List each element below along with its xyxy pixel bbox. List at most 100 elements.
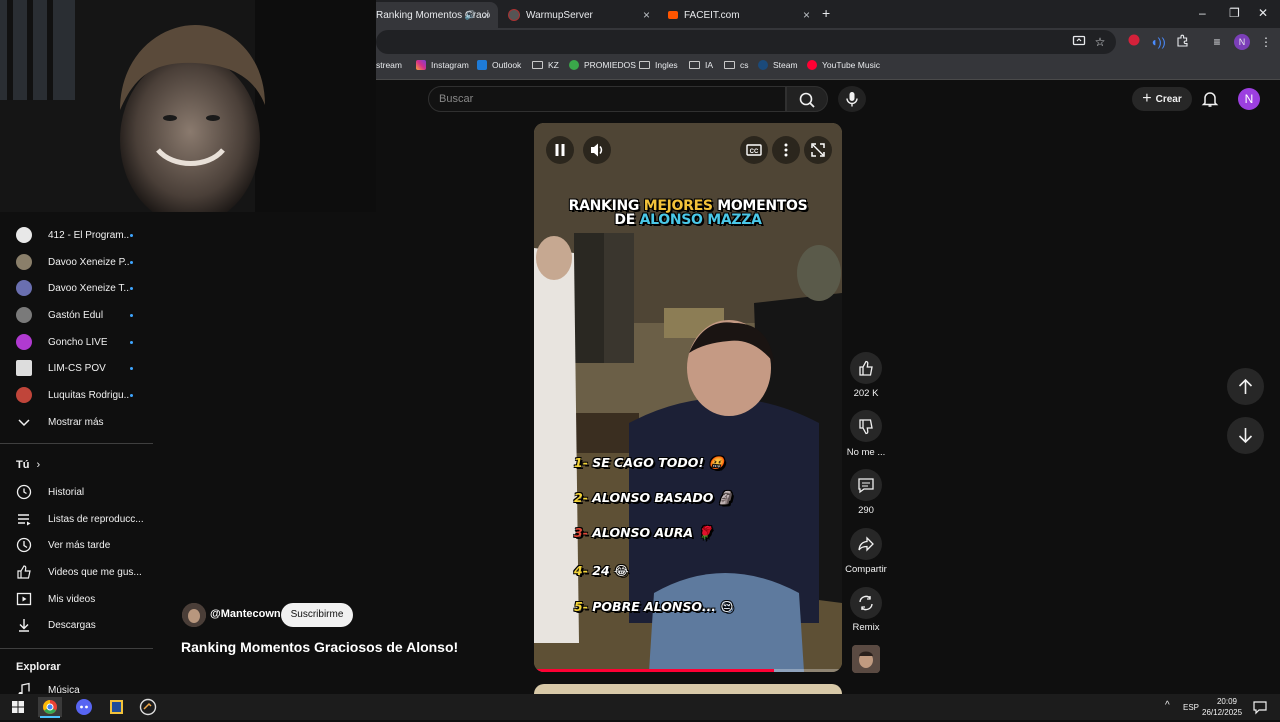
extension-audio-icon[interactable]: ◖)) — [1150, 34, 1166, 50]
sidebar-subscription-412[interactable]: 412 - El Program... — [16, 225, 151, 245]
clock-date[interactable]: 26/12/2025 — [1202, 708, 1242, 717]
bookmark-label: PROMIEDOS — [584, 60, 636, 70]
bookmark-cs[interactable]: cs — [724, 60, 749, 70]
voice-search-button[interactable] — [838, 86, 866, 112]
rank-text: SE CAGO TODO! — [592, 455, 705, 470]
close-window-button[interactable]: ✕ — [1258, 6, 1268, 20]
maximize-button[interactable]: ❐ — [1229, 6, 1240, 20]
cast-icon[interactable] — [1071, 34, 1087, 50]
sidebar-subscription-luquitas[interactable]: Luquitas Rodrigu... — [16, 385, 151, 405]
sidebar-subscription-lim-cs-pov[interactable]: LIM-CS POV — [16, 358, 151, 378]
bookmark-label: YouTube Music — [822, 60, 880, 70]
media-controls-icon[interactable]: ≡ — [1209, 34, 1225, 50]
faceit-icon — [668, 11, 678, 19]
bookmark-ingles[interactable]: Ingles — [639, 60, 678, 70]
sidebar-show-more[interactable]: Mostrar más — [16, 412, 151, 432]
taskbar-cs[interactable] — [138, 697, 158, 717]
sidebar-item-my-videos[interactable]: Mis videos — [16, 589, 151, 609]
sidebar-subscription-davoo-t[interactable]: Davoo Xeneize T... — [16, 278, 151, 298]
share-button[interactable] — [850, 528, 882, 560]
channel-name: Gastón Edul — [48, 309, 104, 321]
new-tab-button[interactable]: + — [822, 5, 830, 21]
channel-avatar[interactable] — [182, 603, 206, 627]
windows-taskbar — [0, 694, 1280, 720]
sidebar-item-playlists[interactable]: Listas de reproducc... — [16, 509, 151, 529]
previous-video-button[interactable] — [1227, 368, 1264, 405]
sidebar-item-watch-later[interactable]: Ver más tarde — [16, 535, 151, 555]
clock-time[interactable]: 20:09 — [1212, 697, 1242, 706]
sidebar-item-downloads[interactable]: Descargas — [16, 615, 151, 635]
browser-menu-icon[interactable]: ⋮ — [1258, 34, 1274, 50]
fullscreen-button[interactable] — [804, 136, 832, 164]
notification-center-icon[interactable] — [1250, 697, 1270, 717]
comment-count: 290 — [858, 505, 874, 516]
channel-avatar-icon — [182, 603, 206, 627]
tray-chevron-up-icon[interactable]: ^ — [1165, 700, 1170, 711]
video-player[interactable]: CC RANKING MEJORES MOMENTOS DE ALONSO MA… — [534, 123, 842, 672]
extension-red-icon[interactable] — [1126, 34, 1142, 50]
sidebar-item-historial[interactable]: Historial — [16, 482, 151, 502]
next-video-button[interactable] — [1227, 417, 1264, 454]
volume-button[interactable] — [583, 136, 611, 164]
channel-name: Luquitas Rodrigu... — [48, 389, 130, 401]
taskbar-discord[interactable] — [74, 697, 94, 717]
sidebar-subscription-davoo-p[interactable]: Davoo Xeneize P... — [16, 252, 151, 272]
tab-faceit[interactable]: FACEIT.com × — [660, 2, 818, 28]
thumbs-down-icon — [859, 419, 873, 435]
bookmark-steam[interactable]: Steam — [758, 60, 798, 70]
tab-warmupserver[interactable]: WarmupServer × — [500, 2, 658, 28]
next-video-preview[interactable] — [534, 684, 842, 694]
bookmark-instagram[interactable]: Instagram — [416, 60, 469, 70]
speaker-icon: 🔊 — [464, 9, 476, 20]
channel-avatar — [16, 307, 32, 323]
bookmark-label: Ingles — [655, 60, 678, 70]
language-indicator[interactable]: ESP — [1183, 703, 1199, 712]
search-input[interactable]: Buscar — [428, 86, 786, 112]
pause-button[interactable] — [546, 136, 574, 164]
channel-name: Goncho LIVE — [48, 336, 108, 348]
bookmark-star-icon[interactable]: ☆ — [1092, 34, 1108, 50]
sidebar-subscription-goncho-live[interactable]: Goncho LIVE — [16, 332, 151, 352]
video-progress-bar[interactable] — [534, 669, 842, 672]
bookmark-youtube-music[interactable]: YouTube Music — [807, 60, 880, 70]
taskbar-file-app[interactable] — [106, 697, 126, 717]
sidebar-subscription-gaston-edul[interactable]: Gastón Edul — [16, 305, 151, 325]
bookmark-kz[interactable]: KZ — [532, 60, 559, 70]
subscribe-button[interactable]: Suscribirme — [281, 603, 353, 627]
close-tab-icon[interactable]: × — [803, 8, 810, 22]
remix-button[interactable] — [850, 587, 882, 619]
more-options-button[interactable] — [772, 136, 800, 164]
create-button[interactable]: + Crear — [1132, 87, 1192, 111]
address-bar[interactable] — [376, 30, 1116, 54]
bookmark-ia[interactable]: IA — [689, 60, 713, 70]
sound-thumbnail[interactable] — [852, 645, 880, 673]
close-tab-icon[interactable]: × — [643, 8, 650, 22]
extensions-puzzle-icon[interactable] — [1174, 34, 1190, 50]
sidebar-explore-heading: Explorar — [16, 661, 61, 673]
close-tab-icon[interactable]: × — [483, 8, 490, 22]
channel-handle[interactable]: @Mantecown — [210, 608, 281, 620]
tab-active[interactable]: Ranking Momentos Graciosos 🔊 × — [368, 2, 498, 28]
new-content-dot — [130, 366, 133, 370]
bookmark-outlook[interactable]: Outlook — [477, 60, 521, 70]
arrow-down-icon — [1238, 428, 1253, 444]
comments-button[interactable] — [850, 469, 882, 501]
captions-button[interactable]: CC — [740, 136, 768, 164]
windows-start-button[interactable] — [8, 697, 28, 717]
notifications-bell-icon[interactable] — [1200, 89, 1220, 109]
thumbs-up-icon — [859, 360, 873, 376]
taskbar-chrome[interactable] — [38, 697, 62, 717]
profile-avatar[interactable]: N — [1234, 34, 1250, 50]
dislike-button[interactable] — [850, 410, 882, 442]
bookmark-promiedos[interactable]: PROMIEDOS — [569, 60, 636, 70]
bookmark-stream[interactable]: stream — [376, 60, 402, 70]
tab-title: WarmupServer — [526, 9, 593, 21]
new-content-dot — [130, 313, 133, 317]
sidebar-item-liked[interactable]: Videos que me gus... — [16, 562, 151, 582]
minimize-button[interactable]: – — [1199, 6, 1206, 20]
like-button[interactable] — [850, 352, 882, 384]
pause-icon — [555, 144, 565, 156]
sidebar-you-heading[interactable]: Tú › — [16, 459, 40, 471]
search-button[interactable] — [786, 86, 828, 112]
user-avatar[interactable]: N — [1238, 88, 1260, 110]
